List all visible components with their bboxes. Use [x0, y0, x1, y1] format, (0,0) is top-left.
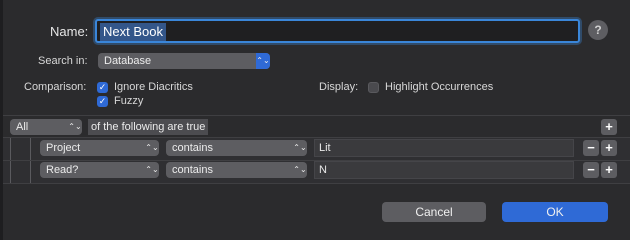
operator-select[interactable]: contains ⌃⌄: [166, 140, 307, 156]
search-in-value: Database: [104, 55, 152, 67]
chevron-updown-icon: ⌃⌄: [145, 165, 159, 174]
name-label: Name:: [50, 24, 89, 39]
plus-icon: +: [605, 140, 613, 155]
highlight-occurrences-checkbox[interactable]: [368, 82, 379, 93]
chevron-updown-icon: ⌃⌄: [256, 53, 270, 69]
remove-row-button[interactable]: −: [583, 162, 599, 178]
chevron-updown-icon: ⌃⌄: [68, 122, 82, 131]
search-in-label: Search in:: [38, 55, 88, 67]
chevron-updown-icon: ⌃⌄: [145, 143, 159, 152]
highlight-occurrences-label: Highlight Occurrences: [385, 81, 494, 93]
display-label: Display:: [319, 81, 359, 93]
match-select[interactable]: All ⌃⌄: [10, 119, 82, 135]
fuzzy-checkbox[interactable]: ✓: [97, 96, 108, 107]
fuzzy-label: Fuzzy: [114, 95, 144, 107]
name-field[interactable]: Next Book: [95, 19, 580, 43]
chevron-updown-icon: ⌃⌄: [293, 165, 307, 174]
comparison-label: Comparison:: [24, 81, 87, 93]
ignore-diacritics-label: Ignore Diacritics: [114, 81, 193, 93]
add-row-button[interactable]: +: [601, 162, 617, 178]
ignore-diacritics-checkbox[interactable]: ✓: [97, 82, 108, 93]
value-field[interactable]: Lit: [314, 139, 574, 157]
add-criteria-button[interactable]: +: [601, 119, 617, 135]
operator-value: contains: [172, 142, 213, 154]
add-row-button[interactable]: +: [601, 140, 617, 156]
cancel-button[interactable]: Cancel: [382, 202, 486, 222]
row-indent-line: [10, 161, 11, 183]
row-indent-line: [30, 161, 31, 183]
plus-icon: +: [605, 162, 613, 177]
field-value: Project: [46, 142, 81, 154]
chevron-updown-icon: ⌃⌄: [293, 143, 307, 152]
search-in-select[interactable]: Database ⌃⌄: [98, 53, 270, 69]
value-text: Lit: [319, 142, 331, 154]
value-text: N: [319, 164, 327, 176]
remove-row-button[interactable]: −: [583, 140, 599, 156]
field-value: Read?: [46, 164, 79, 176]
name-value: Next Book: [100, 23, 166, 41]
separator: [3, 115, 630, 116]
value-field[interactable]: N: [314, 161, 574, 179]
smart-search-dialog: Name: Next Book ? Search in: Database ⌃⌄…: [0, 0, 630, 240]
help-button[interactable]: ?: [588, 20, 608, 40]
field-select[interactable]: Read? ⌃⌄: [40, 162, 159, 178]
row-indent-line: [10, 138, 11, 160]
match-value: All: [16, 121, 29, 133]
operator-value: contains: [172, 164, 213, 176]
separator: [3, 183, 630, 184]
criteria-suffix: of the following are true: [88, 119, 209, 135]
operator-select[interactable]: contains ⌃⌄: [166, 162, 307, 178]
minus-icon: −: [587, 162, 595, 177]
row-indent-line: [30, 138, 31, 160]
minus-icon: −: [587, 140, 595, 155]
ok-button[interactable]: OK: [502, 202, 608, 222]
plus-icon: +: [605, 119, 613, 134]
help-icon: ?: [594, 23, 602, 37]
window-edge: [0, 0, 3, 240]
field-select[interactable]: Project ⌃⌄: [40, 140, 159, 156]
